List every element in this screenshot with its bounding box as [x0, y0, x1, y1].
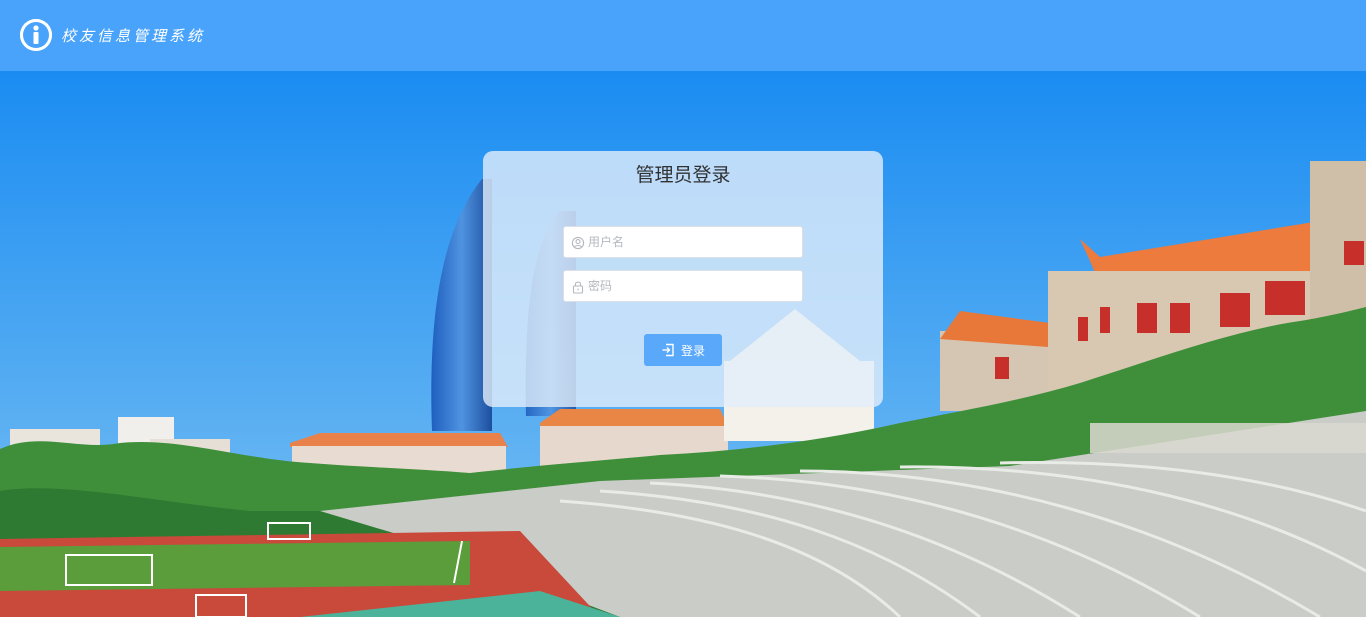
login-icon [661, 343, 675, 357]
user-icon [571, 235, 585, 250]
top-header: 校友信息管理系统 [0, 0, 1366, 71]
password-field[interactable] [563, 270, 803, 302]
info-circle-icon [20, 19, 52, 51]
login-page: 校友信息管理系统 管理员登录 用户名 登录 [0, 0, 1366, 617]
app-title: 校友信息管理系统 [61, 27, 206, 45]
login-button-label: 登录 [680, 343, 705, 358]
password-input[interactable] [588, 271, 798, 301]
login-card: 管理员登录 用户名 登录 [483, 151, 883, 407]
login-button[interactable]: 登录 [644, 334, 722, 366]
username-input[interactable] [588, 227, 798, 257]
login-title: 管理员登录 [635, 164, 731, 186]
lock-icon [571, 279, 585, 294]
username-field[interactable] [563, 226, 803, 258]
